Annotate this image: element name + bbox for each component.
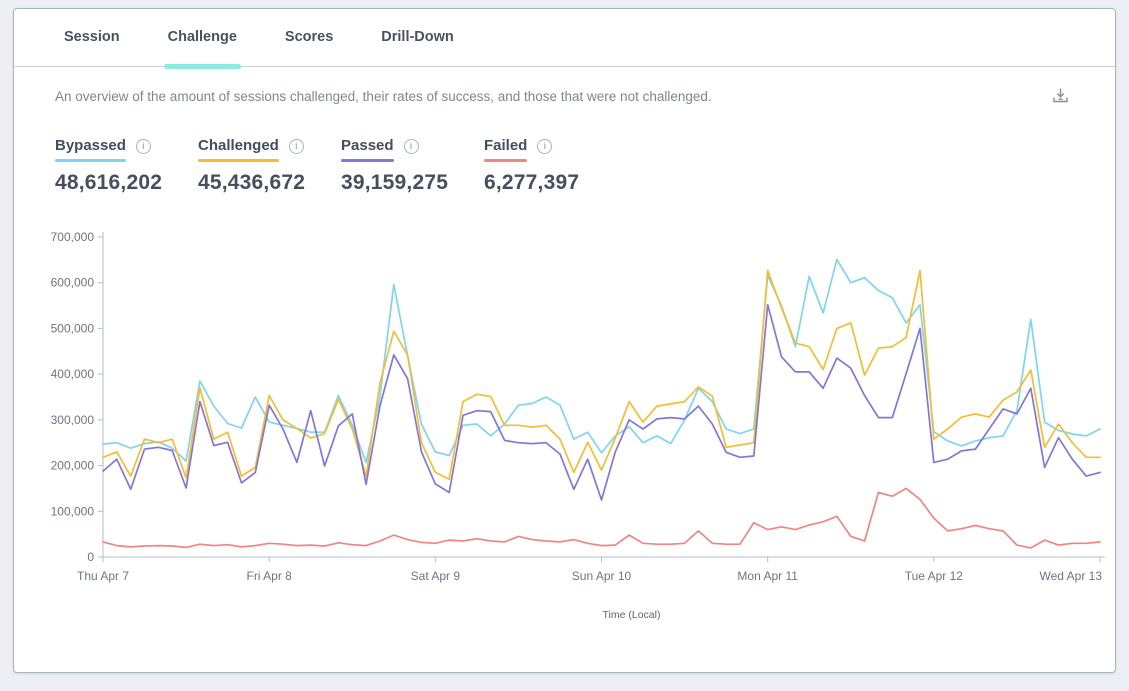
tab-drill-down[interactable]: Drill-Down: [379, 9, 456, 66]
x-axis-title: Time (Local): [603, 609, 661, 621]
metrics-row: Bypassed i 48,616,202 Challenged i 45,43…: [55, 137, 1115, 195]
metric-challenged: Challenged i 45,436,672: [198, 137, 341, 195]
x-tick-label: Fri Apr 8: [246, 569, 292, 583]
x-tick-label: Mon Apr 11: [737, 569, 798, 583]
info-icon[interactable]: i: [136, 139, 151, 154]
y-tick-label: 200,000: [51, 459, 95, 473]
metric-passed: Passed i 39,159,275: [341, 137, 484, 195]
info-icon[interactable]: i: [537, 139, 552, 154]
metric-label: Failed: [484, 137, 527, 154]
metric-label: Bypassed: [55, 137, 126, 154]
series-line-bypassed: [103, 259, 1100, 462]
metric-underline: [55, 159, 126, 162]
x-tick-label: Sat Apr 9: [411, 569, 461, 583]
metric-value: 45,436,672: [198, 171, 341, 195]
tab-scores[interactable]: Scores: [283, 9, 335, 66]
metric-underline: [484, 159, 527, 162]
metric-value: 48,616,202: [55, 171, 198, 195]
x-tick-label: Wed Apr 13: [1040, 569, 1103, 583]
x-tick-label: Thu Apr 7: [77, 569, 129, 583]
info-icon[interactable]: i: [404, 139, 419, 154]
y-tick-label: 100,000: [51, 504, 95, 518]
tab-bar: Session Challenge Scores Drill-Down: [14, 9, 1115, 67]
y-tick-label: 400,000: [51, 367, 95, 381]
challenge-overview-card: Session Challenge Scores Drill-Down An o…: [13, 8, 1116, 673]
metric-underline: [198, 159, 279, 162]
info-icon[interactable]: i: [289, 139, 304, 154]
x-tick-label: Tue Apr 12: [905, 569, 964, 583]
y-tick-label: 0: [87, 550, 94, 564]
y-tick-label: 600,000: [51, 276, 95, 290]
sessions-challenged-chart: 0 100,000 200,000 300,000 400,000 500,000 600,…: [14, 222, 1115, 662]
y-tick-label: 700,000: [51, 230, 95, 244]
metric-bypassed: Bypassed i 48,616,202: [55, 137, 198, 195]
tab-challenge[interactable]: Challenge: [166, 9, 239, 66]
tab-session[interactable]: Session: [62, 9, 122, 66]
metric-value: 6,277,397: [484, 171, 627, 195]
series-line-challenged: [103, 270, 1100, 479]
overview-description: An overview of the amount of sessions ch…: [55, 89, 712, 104]
metric-value: 39,159,275: [341, 171, 484, 195]
y-tick-label: 300,000: [51, 413, 95, 427]
x-tick-label: Sun Apr 10: [572, 569, 632, 583]
y-tick-label: 500,000: [51, 321, 95, 335]
metric-label: Passed: [341, 137, 394, 154]
metric-underline: [341, 159, 394, 162]
download-icon[interactable]: [1052, 87, 1069, 109]
chart-canvas: 0 100,000 200,000 300,000 400,000 500,000 600,…: [14, 222, 1115, 662]
metric-label: Challenged: [198, 137, 279, 154]
metric-failed: Failed i 6,277,397: [484, 137, 627, 195]
